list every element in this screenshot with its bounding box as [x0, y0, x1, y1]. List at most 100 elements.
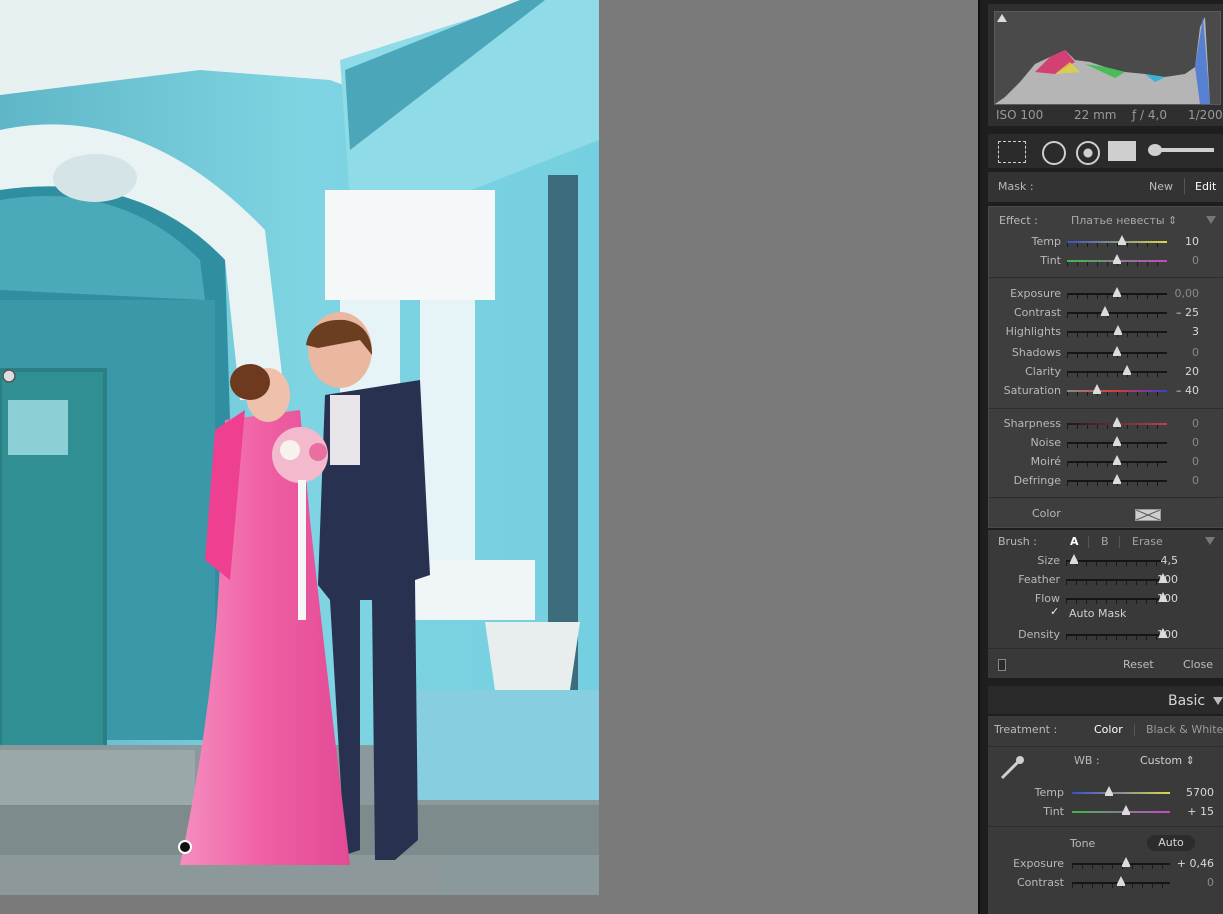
tone-auto-button[interactable]: Auto [1147, 835, 1195, 851]
effect-temp-value[interactable]: 10 [1157, 235, 1199, 248]
brush-feather-value[interactable]: 100 [1136, 573, 1178, 586]
divider [988, 648, 1223, 649]
crop-tool-icon[interactable] [998, 141, 1026, 163]
tool-strip [988, 134, 1223, 168]
basic-temp-label: Temp [1034, 786, 1064, 799]
mask-new-button[interactable]: New [1149, 180, 1173, 193]
adjustment-brush-icon[interactable] [1148, 144, 1216, 156]
tick-marks [1067, 392, 1167, 396]
auto-mask-label: Auto Mask [1069, 607, 1127, 620]
effect-shadows-thumb[interactable] [1113, 346, 1121, 356]
effect-saturation-label: Saturation [1003, 384, 1061, 397]
treatment-bw-button[interactable]: Black & White [1146, 723, 1223, 736]
brush-size-thumb[interactable] [1070, 554, 1078, 564]
effect-preset-dropdown[interactable]: Платье невесты ⇕ [1071, 214, 1177, 227]
effect-contrast-thumb[interactable] [1101, 306, 1109, 316]
effect-moir--thumb[interactable] [1113, 455, 1121, 465]
photo-preview[interactable] [0, 0, 599, 895]
brush-b-button[interactable]: B [1101, 535, 1109, 548]
effect-shadows-value[interactable]: 0 [1157, 346, 1199, 359]
effect-label: Effect : [999, 214, 1038, 227]
basic-tint-value[interactable]: + 15 [1174, 805, 1214, 818]
effect-exposure-label: Exposure [1010, 287, 1061, 300]
wb-dropdown[interactable]: Custom ⇕ [1140, 754, 1195, 767]
divider [989, 497, 1223, 498]
collapse-triangle-icon[interactable] [1205, 537, 1215, 545]
divider [1184, 178, 1185, 194]
eyedropper-icon[interactable] [998, 754, 1026, 782]
effect-noise-thumb[interactable] [1113, 436, 1121, 446]
effect-noise-label: Noise [1030, 436, 1061, 449]
brush-a-button[interactable]: A [1070, 535, 1079, 548]
brush-flow-value[interactable]: 100 [1136, 592, 1178, 605]
effect-color-label: Color [1032, 507, 1061, 520]
effect-highlights-value[interactable]: 3 [1157, 325, 1199, 338]
effect-sharpness-thumb[interactable] [1113, 417, 1121, 427]
focal-readout: 22 mm [1074, 108, 1117, 122]
basic-temp-thumb[interactable] [1105, 786, 1114, 796]
basic-header[interactable]: Basic [988, 686, 1223, 714]
effect-panel: Effect : Платье невесты ⇕ Temp 10 Tint 0 Exp… [988, 206, 1223, 528]
effect-saturation-thumb[interactable] [1093, 384, 1101, 394]
brush-label: Brush : [998, 535, 1037, 548]
spot-removal-icon[interactable] [1042, 141, 1066, 165]
effect-sharpness-value[interactable]: 0 [1157, 417, 1199, 430]
effect-temp-thumb[interactable] [1118, 235, 1126, 245]
brush-size-value[interactable]: 4,5 [1136, 554, 1179, 567]
reset-button[interactable]: Reset [1123, 658, 1154, 671]
tick-marks [1067, 373, 1167, 377]
basic-exposure-value[interactable]: + 0,46 [1174, 857, 1214, 870]
histogram-graph[interactable] [994, 11, 1221, 105]
effect-exposure-value[interactable]: 0,00 [1157, 287, 1200, 300]
brush-erase-button[interactable]: Erase [1132, 535, 1163, 548]
divider [988, 746, 1223, 747]
effect-tint-label: Tint [1040, 254, 1061, 267]
effect-noise-value[interactable]: 0 [1157, 436, 1199, 449]
close-button[interactable]: Close [1183, 658, 1213, 671]
basic-title: Basic [1168, 693, 1206, 709]
divider [1119, 536, 1120, 548]
effect-clarity-value[interactable]: 20 [1157, 365, 1199, 378]
effect-highlights-thumb[interactable] [1114, 325, 1122, 335]
effect-exposure-thumb[interactable] [1113, 287, 1121, 297]
effect-moir--value[interactable]: 0 [1157, 455, 1199, 468]
mask-edit-button[interactable]: Edit [1195, 180, 1216, 193]
effect-tint-value[interactable]: 0 [1157, 254, 1199, 267]
effect-contrast-value[interactable]: – 25 [1157, 306, 1199, 319]
treatment-label: Treatment : [994, 723, 1058, 736]
effect-sharpness-label: Sharpness [1003, 417, 1061, 430]
basic-exposure-thumb[interactable] [1121, 857, 1130, 867]
basic-temp-value[interactable]: 5700 [1174, 786, 1214, 799]
basic-contrast-value[interactable]: 0 [1174, 876, 1214, 889]
red-eye-icon[interactable] [1076, 141, 1100, 165]
collapse-triangle-icon[interactable] [1206, 216, 1216, 224]
brush-density-value[interactable]: 100 [1136, 628, 1178, 641]
treatment-color-button[interactable]: Color [1094, 723, 1123, 736]
color-swatch[interactable] [1135, 509, 1161, 521]
collapse-triangle-icon[interactable] [1213, 697, 1223, 705]
toggle-switch-icon[interactable] [998, 659, 1006, 671]
mask-pin-icon [2, 369, 16, 383]
divider [1134, 724, 1135, 736]
basic-exposure-label: Exposure [1013, 857, 1064, 870]
basic-contrast-thumb[interactable] [1117, 876, 1125, 886]
basic-tint-thumb[interactable] [1121, 805, 1130, 815]
brush-density-label: Density [1018, 628, 1060, 641]
effect-defringe-thumb[interactable] [1113, 474, 1121, 484]
iso-readout: ISO 100 [996, 108, 1044, 122]
effect-tint-thumb[interactable] [1113, 254, 1121, 264]
effect-defringe-value[interactable]: 0 [1157, 474, 1199, 487]
graduated-filter-icon[interactable] [1108, 141, 1136, 161]
divider [1088, 536, 1089, 548]
basic-temp-track[interactable] [1072, 792, 1170, 794]
brush-panel: Brush : A B Erase Size 4,5 Feather 100 Flow 1… [988, 530, 1223, 678]
effect-moir--label: Moiré [1030, 455, 1061, 468]
effect-temp-label: Temp [1031, 235, 1061, 248]
shadow-clipping-icon[interactable] [997, 14, 1007, 22]
histogram-panel: ISO 100 22 mm ƒ / 4,0 1/200 [988, 4, 1223, 126]
effect-saturation-value[interactable]: – 40 [1157, 384, 1199, 397]
auto-mask-checkbox[interactable]: ✓ [1050, 605, 1061, 618]
effect-clarity-thumb[interactable] [1123, 365, 1131, 375]
tick-marks [1067, 243, 1167, 247]
aperture-readout: ƒ / 4,0 [1132, 108, 1167, 122]
